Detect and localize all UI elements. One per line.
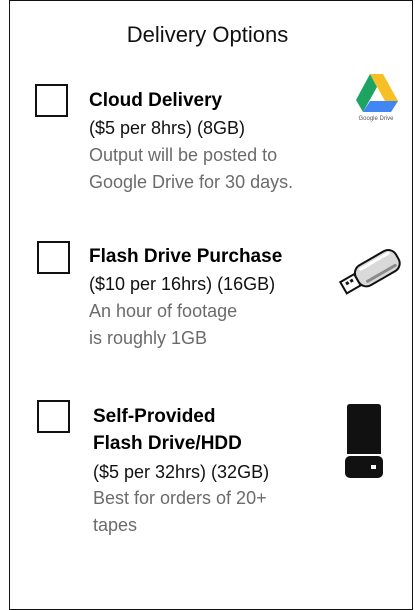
cloud-delivery-title: Cloud Delivery [89,90,223,111]
self-provided-title-line2: Flash Drive/HDD [93,433,242,454]
google-drive-icon: Google Drive [352,72,402,127]
flash-drive-purchase-desc-line1: An hour of footage [89,301,238,321]
flash-drive-purchase-price: ($10 per 16hrs) (16GB) [89,274,276,294]
usb-flash-drive-icon [334,247,410,304]
flash-drive-purchase-title: Flash Drive Purchase [89,246,283,267]
self-provided-checkbox[interactable] [37,400,70,433]
self-provided-price: ($5 per 32hrs) (32GB) [93,462,270,482]
cloud-delivery-desc-line1: Output will be posted to [89,145,278,165]
cloud-delivery-price: ($5 per 8hrs) (8GB) [89,118,246,138]
flash-drive-purchase-checkbox[interactable] [37,241,70,274]
cloud-delivery-desc-line2: Google Drive for 30 days. [89,172,294,192]
self-provided-desc-line2: tapes [93,515,138,535]
flash-drive-purchase-desc-line2: is roughly 1GB [89,328,208,348]
self-provided-desc-line1: Best for orders of 20+ [93,488,267,508]
self-provided-title-line1: Self-Provided [93,406,216,427]
cloud-delivery-checkbox[interactable] [35,84,68,117]
panel-title: Delivery Options [126,22,289,47]
hard-drive-icon [344,402,384,485]
google-drive-caption: Google Drive [358,116,394,122]
